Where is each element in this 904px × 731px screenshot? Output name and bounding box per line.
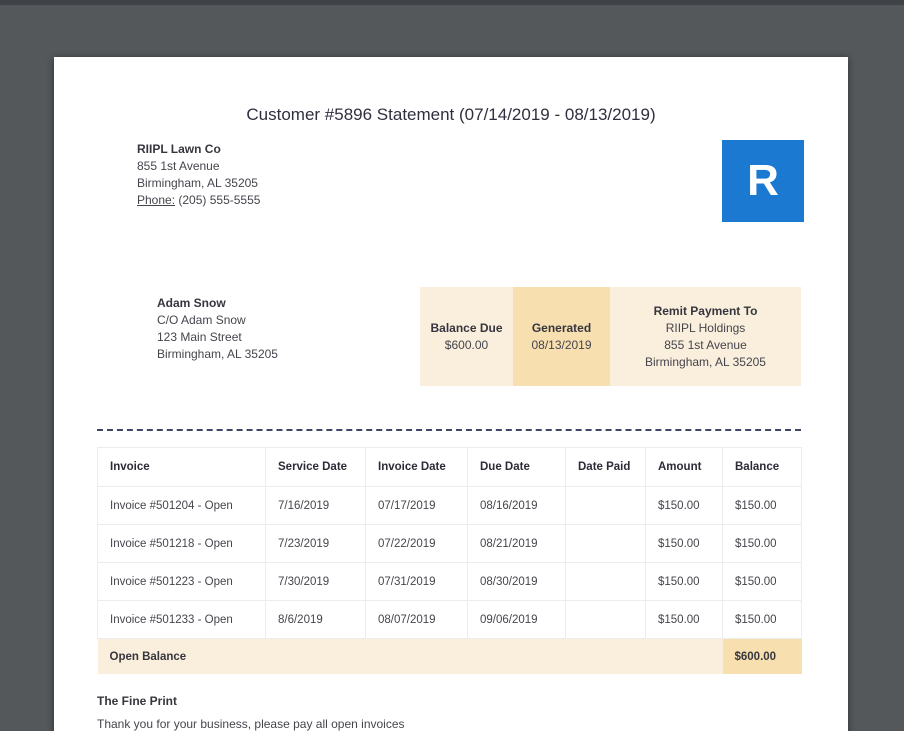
recipient-name: Adam Snow (157, 296, 226, 310)
cell-balance: $150.00 (722, 524, 802, 563)
cell-invoice-date: 07/17/2019 (365, 486, 468, 525)
cell-date-paid (565, 524, 646, 563)
open-balance-row: Open Balance $600.00 (97, 638, 802, 674)
company-phone: Phone: (205) 555-5555 (137, 192, 260, 209)
letterhead: RIIPL Lawn Co 855 1st Avenue Birmingham,… (137, 141, 260, 209)
company-logo: R (722, 140, 804, 222)
recipient-care-of: C/O Adam Snow (157, 313, 246, 327)
open-balance-label: Open Balance (97, 638, 723, 674)
col-header-due-date: Due Date (467, 447, 566, 487)
cell-due-date: 08/21/2019 (467, 524, 566, 563)
cell-invoice-date: 08/07/2019 (365, 600, 468, 639)
fine-print-text: Thank you for your business, please pay … (97, 717, 405, 731)
cell-service-date: 8/6/2019 (265, 600, 366, 639)
cell-amount: $150.00 (645, 524, 723, 563)
cell-invoice: Invoice #501204 - Open (97, 486, 266, 525)
phone-label: Phone: (137, 193, 176, 207)
recipient-street: 123 Main Street (157, 330, 242, 344)
cell-due-date: 08/30/2019 (467, 562, 566, 601)
dashed-divider (97, 429, 801, 431)
document-page: Customer #5896 Statement (07/14/2019 - 0… (54, 57, 848, 731)
logo-letter-r: R (747, 156, 779, 205)
table-row: Invoice #501204 - Open 7/16/2019 07/17/2… (97, 486, 802, 525)
page-title: Customer #5896 Statement (07/14/2019 - 0… (246, 105, 656, 124)
statement-summary: Balance Due $600.00 Generated 08/13/2019… (420, 287, 801, 386)
generated-label: Generated (531, 320, 592, 335)
cell-invoice: Invoice #501223 - Open (97, 562, 266, 601)
cell-service-date: 7/23/2019 (265, 524, 366, 563)
cell-date-paid (565, 562, 646, 601)
cell-invoice: Invoice #501218 - Open (97, 524, 266, 563)
open-balance-total: $600.00 (722, 638, 802, 674)
table-row: Invoice #501223 - Open 7/30/2019 07/31/2… (97, 562, 802, 601)
remit-city: Birmingham, AL 35205 (645, 354, 766, 369)
cell-amount: $150.00 (645, 562, 723, 601)
generated-value: 08/13/2019 (531, 337, 592, 352)
company-name: RIIPL Lawn Co (137, 142, 221, 156)
cell-service-date: 7/30/2019 (265, 562, 366, 601)
table-row: Invoice #501233 - Open 8/6/2019 08/07/20… (97, 600, 802, 639)
balance-due-value: $600.00 (444, 337, 489, 352)
company-address-line1: 855 1st Avenue (137, 159, 220, 173)
remit-name: RIIPL Holdings (665, 320, 746, 335)
cell-date-paid (565, 600, 646, 639)
cell-amount: $150.00 (645, 486, 723, 525)
cell-balance: $150.00 (722, 600, 802, 639)
col-header-balance: Balance (722, 447, 802, 487)
col-header-amount: Amount (645, 447, 723, 487)
company-address-line2: Birmingham, AL 35205 (137, 176, 258, 190)
col-header-invoice-date: Invoice Date (365, 447, 468, 487)
viewer-top-bar (0, 0, 904, 5)
phone-number: (205) 555-5555 (178, 193, 261, 207)
balance-due-panel: Balance Due $600.00 (420, 287, 513, 386)
col-header-invoice: Invoice (97, 447, 266, 487)
col-header-date-paid: Date Paid (565, 447, 646, 487)
recipient-city: Birmingham, AL 35205 (157, 347, 278, 361)
cell-invoice-date: 07/31/2019 (365, 562, 468, 601)
col-header-service-date: Service Date (265, 447, 366, 487)
fine-print-heading: The Fine Print (97, 694, 178, 708)
cell-invoice: Invoice #501233 - Open (97, 600, 266, 639)
table-row: Invoice #501218 - Open 7/23/2019 07/22/2… (97, 524, 802, 563)
cell-date-paid (565, 486, 646, 525)
cell-due-date: 09/06/2019 (467, 600, 566, 639)
cell-due-date: 08/16/2019 (467, 486, 566, 525)
cell-service-date: 7/16/2019 (265, 486, 366, 525)
balance-due-label: Balance Due (430, 320, 503, 335)
viewer-background: Customer #5896 Statement (07/14/2019 - 0… (0, 0, 904, 731)
table-header-row: Invoice Service Date Invoice Date Due Da… (97, 447, 802, 487)
remit-street: 855 1st Avenue (664, 337, 747, 352)
cell-amount: $150.00 (645, 600, 723, 639)
cell-invoice-date: 07/22/2019 (365, 524, 468, 563)
cell-balance: $150.00 (722, 486, 802, 525)
cell-balance: $150.00 (722, 562, 802, 601)
remit-label: Remit Payment To (653, 303, 758, 318)
recipient-address-block: Adam Snow C/O Adam Snow 123 Main Street … (157, 295, 278, 363)
generated-panel: Generated 08/13/2019 (513, 287, 610, 386)
remit-payment-panel: Remit Payment To RIIPL Holdings 855 1st … (610, 287, 801, 386)
invoice-table: Invoice Service Date Invoice Date Due Da… (97, 447, 802, 674)
